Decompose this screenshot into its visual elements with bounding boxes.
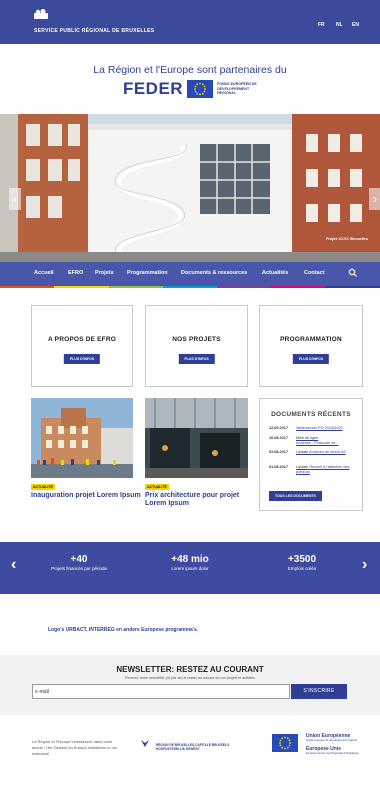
eu-title-fr: Union Européenne Fonds européen de dévelo…	[306, 733, 366, 742]
eu-logo[interactable]: Union Européenne Fonds européen de dévelo…	[272, 733, 359, 757]
stat-value: +48 mio	[171, 554, 209, 565]
card-title: A PROPOS DE EFRO	[48, 336, 116, 343]
document-date: 01.08.2017	[269, 465, 289, 469]
subscribe-button[interactable]: S'INSCRIRE	[291, 684, 347, 699]
hero-caption: Projet XXXX Bruxelles	[325, 236, 368, 241]
nav-efro[interactable]: EFRO	[68, 270, 83, 276]
footer-slogan: La Région et l'Europe investissent dans …	[32, 739, 117, 756]
lang-en[interactable]: EN	[352, 22, 359, 28]
document-link[interactable]: Update Annexes de check A2	[296, 450, 360, 455]
all-documents-button[interactable]: TOUS LES DOCUMENTS	[269, 491, 322, 501]
stat-item: +3500 Emplois créés	[272, 554, 332, 571]
chevron-left-icon: ‹	[13, 192, 17, 206]
stats-carousel: ‹ › +40 Projets financés par période +48…	[0, 542, 380, 594]
newsletter-title: NEWSLETTER: RESTEZ AU COURANT	[116, 665, 264, 674]
search-icon[interactable]	[348, 268, 358, 278]
chevron-right-icon: ›	[373, 192, 377, 206]
brussels-region-text: RÉGION DE BRUXELLES-CAPITALE BRUSSELS HO…	[156, 743, 230, 752]
color-strip	[0, 286, 380, 288]
newsletter-subtitle: Recevez notre newsletter (4x par an) et …	[125, 676, 255, 680]
chevron-left-icon: ‹	[11, 556, 17, 573]
nav-accueil[interactable]: Accueil	[34, 270, 54, 276]
top-bar: SERVICE PUBLIC RÉGIONAL DE BRUXELLES FR …	[0, 0, 380, 44]
lang-fr[interactable]: FR	[318, 22, 325, 28]
card-title: PROGRAMMATION	[280, 336, 342, 343]
eu-subtitle-fr: Fonds européen de développement régional	[306, 738, 357, 742]
color-strip-segment	[271, 286, 326, 288]
hero-prev-button[interactable]: ‹	[9, 188, 21, 210]
nav-actualites[interactable]: Actualités	[262, 270, 288, 276]
color-strip-segment	[54, 286, 109, 288]
intro-headline: La Région et l'Europe sont partenaires d…	[93, 64, 287, 76]
document-date: 02.08.2017	[269, 450, 289, 454]
newsletter-section: NEWSLETTER: RESTEZ AU COURANT Recevez no…	[0, 655, 380, 715]
document-date: 10.08.2017	[269, 436, 289, 440]
chevron-right-icon: ›	[362, 556, 368, 573]
document-link-text[interactable]: Annexes - Protocole de...	[296, 441, 339, 445]
news-title[interactable]: Prix architecture pour projet Lorem Ipsu…	[145, 492, 255, 509]
eu-flag-icon	[272, 734, 298, 752]
stat-value: +40	[70, 554, 88, 565]
documents-title: DOCUMENTS RÉCENTS	[271, 411, 351, 418]
stat-value: +3500	[287, 554, 317, 565]
hero-image	[0, 114, 380, 262]
card-programmation[interactable]: PROGRAMMATION PLUS D'INFOS	[259, 305, 363, 387]
document-prefix: Mise en ligne	[296, 436, 319, 440]
card-more-button[interactable]: PLUS D'INFOS	[178, 354, 215, 364]
nav-programmation[interactable]: Programmation	[127, 270, 168, 276]
card-projects[interactable]: NOS PROJETS PLUS D'INFOS	[145, 305, 248, 387]
card-more-button[interactable]: PLUS D'INFOS	[292, 354, 330, 364]
eu-title-nl: Europese Unie Europees Fonds voor Regiona…	[306, 746, 366, 755]
stat-label: Lorem ipsum dolor	[171, 566, 209, 571]
feder-logo: FEDER FONDS EUROPÉEN DE DÉVELOPPEMENT RÉ…	[0, 79, 380, 99]
news-image-inauguration[interactable]	[31, 398, 133, 478]
stat-label: Emplois créés	[287, 566, 317, 571]
eu-flag-icon	[187, 80, 214, 98]
color-strip-segment	[162, 286, 218, 288]
lang-nl[interactable]: NL	[336, 22, 343, 28]
news-tag: ACTUALITÉ	[145, 484, 169, 490]
stat-label: Projets financés par période	[50, 566, 108, 571]
stats-prev-button[interactable]: ‹	[11, 556, 16, 574]
nav-contact[interactable]: Contact	[304, 270, 324, 276]
news-title[interactable]: Inauguration projet Lorem Ipsum	[31, 492, 141, 500]
document-date: 12.09.2017	[269, 426, 289, 430]
card-about-efro[interactable]: A PROPOS DE EFRO PLUS D'INFOS	[31, 305, 133, 387]
stat-item: +48 mio Lorem ipsum dolor	[160, 554, 220, 571]
document-prefix: Update	[296, 450, 309, 454]
email-field[interactable]	[32, 684, 290, 699]
document-link[interactable]: Vademecum PO 2014/2020	[296, 426, 360, 431]
card-more-button[interactable]: PLUS D'INFOS	[63, 354, 101, 364]
document-link[interactable]: Update Recueil à l'attention des porteur…	[296, 465, 360, 475]
document-link-text[interactable]: Annexes de check A2	[309, 450, 346, 454]
hero-carousel: ‹ ›	[0, 114, 380, 262]
main-nav: Accueil EFRO Projets Programmation Docum…	[0, 262, 380, 286]
color-strip-segment	[325, 286, 380, 288]
european-programs-logos[interactable]: Logo's URBACT, INTERREG en andere Europe…	[48, 627, 198, 633]
org-name[interactable]: SERVICE PUBLIC RÉGIONAL DE BRUXELLES	[34, 28, 154, 34]
document-link[interactable]: Mise en ligne Annexes - Protocole de...	[296, 436, 360, 446]
card-title: NOS PROJETS	[172, 336, 221, 343]
nav-projets[interactable]: Projets	[95, 270, 114, 276]
stat-item: +40 Projets financés par période	[48, 554, 110, 571]
news-tag: ACTUALITÉ	[31, 484, 55, 490]
iris-logo-icon	[141, 740, 149, 747]
recent-documents: DOCUMENTS RÉCENTS 12.09.2017 Vademecum P…	[259, 398, 363, 511]
color-strip-segment	[217, 286, 272, 288]
color-strip-segment	[0, 286, 55, 288]
document-prefix: Update	[296, 465, 309, 469]
feder-subtitle: FONDS EUROPÉEN DE DÉVELOPPEMENT RÉGIONAL	[217, 82, 257, 96]
brussels-logo-icon[interactable]	[34, 9, 48, 19]
stats-next-button[interactable]: ›	[362, 556, 367, 574]
nav-documents[interactable]: Documents & ressources	[181, 270, 247, 276]
color-strip-segment	[108, 286, 163, 288]
feder-word: FEDER	[122, 79, 184, 98]
news-image-architecture[interactable]	[145, 398, 248, 478]
eu-subtitle-nl: Europees Fonds voor Regionale Ontwikkeli…	[306, 751, 359, 755]
hero-next-button[interactable]: ›	[369, 188, 380, 210]
